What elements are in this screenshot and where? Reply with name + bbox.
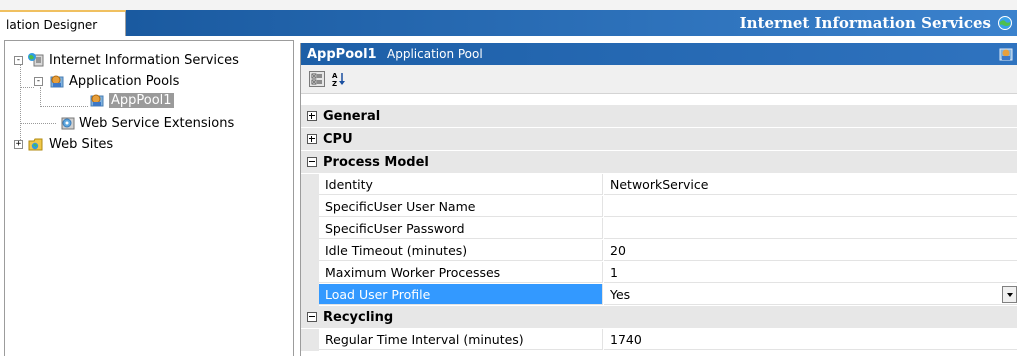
property-name: SpecificUser User Name (319, 196, 603, 217)
property-row-specificuser-user-name[interactable]: SpecificUser User Name (301, 196, 1017, 218)
tree-item-label: Internet Information Services (49, 52, 239, 68)
property-value-select[interactable]: Yes (604, 284, 1017, 305)
object-kind: Application Pool (387, 47, 483, 61)
tab-label: lation Designer (6, 18, 98, 32)
tree-connector (40, 87, 41, 107)
row-gutter (301, 174, 319, 196)
tree-item-label: Web Service Extensions (79, 115, 235, 131)
property-row-idle-timeout[interactable]: Idle Timeout (minutes) 20 (301, 240, 1017, 262)
tree-item-web-sites[interactable]: + Web Sites (14, 135, 113, 153)
property-row-specificuser-password[interactable]: SpecificUser Password (301, 218, 1017, 240)
object-name: AppPool1 (307, 47, 377, 62)
window-title: Internet Information Services (739, 14, 991, 32)
category-label: CPU (323, 131, 353, 147)
iis-globe-icon (28, 53, 44, 67)
row-gutter (301, 329, 319, 351)
row-gutter (301, 262, 319, 284)
property-name: Idle Timeout (minutes) (319, 240, 603, 261)
sort-az-icon[interactable]: A Z (331, 71, 347, 87)
dropdown-arrow-icon[interactable] (1002, 286, 1017, 303)
property-value[interactable] (604, 218, 1017, 239)
property-name: Identity (319, 174, 603, 195)
app-pool-icon (999, 48, 1013, 61)
property-row-maximum-worker-processes[interactable]: Maximum Worker Processes 1 (301, 262, 1017, 284)
tree-item-label: Web Sites (49, 136, 114, 152)
category-label: Recycling (323, 309, 394, 325)
category-label: Process Model (323, 154, 429, 170)
categorized-icon[interactable] (309, 71, 325, 87)
property-name: Maximum Worker Processes (319, 262, 603, 283)
collapse-toggle[interactable]: - (14, 55, 23, 65)
expand-toggle[interactable] (307, 111, 317, 121)
expand-toggle[interactable]: + (14, 139, 23, 149)
property-row-regular-time-interval[interactable]: Regular Time Interval (minutes) 1740 (301, 329, 1017, 351)
expand-toggle[interactable] (307, 134, 317, 144)
property-panel: AppPool1 Application Pool A Z General CP… (300, 43, 1017, 356)
category-general[interactable]: General (301, 105, 1017, 127)
property-header: AppPool1 Application Pool (301, 43, 1017, 65)
collapse-toggle[interactable] (307, 312, 317, 322)
tree-connector (20, 87, 34, 88)
property-name: Regular Time Interval (minutes) (319, 329, 603, 350)
row-gutter (301, 284, 319, 306)
property-value[interactable] (604, 196, 1017, 217)
tree-connector (20, 64, 21, 140)
top-strip (0, 0, 1017, 10)
property-toolbar: A Z (301, 65, 1017, 94)
property-value[interactable]: 20 (604, 240, 1017, 261)
property-row-load-user-profile[interactable]: Load User Profile Yes (301, 284, 1017, 306)
property-row-identity[interactable]: Identity NetworkService (301, 174, 1017, 196)
tree-item-iis[interactable]: - Internet Information Services (14, 51, 239, 69)
gear-icon (61, 117, 75, 130)
collapse-toggle[interactable]: - (34, 76, 43, 86)
row-gutter (301, 240, 319, 262)
app-pool-folder-icon (50, 75, 64, 88)
tree-connector (40, 106, 88, 107)
tree-item-application-pools[interactable]: - Application Pools (34, 72, 179, 90)
selected-value: Yes (610, 287, 631, 302)
folder-icon (28, 138, 43, 151)
category-cpu[interactable]: CPU (301, 128, 1017, 150)
property-value[interactable]: NetworkService (604, 174, 1017, 195)
category-process-model[interactable]: Process Model (301, 151, 1017, 173)
category-label: General (323, 108, 381, 124)
category-recycling[interactable]: Recycling (301, 306, 1017, 328)
tree-panel: - Internet Information Services - Applic… (4, 40, 294, 356)
row-gutter (301, 218, 319, 240)
property-name: Load User Profile (319, 284, 603, 305)
tree-item-web-service-extensions[interactable]: Web Service Extensions (57, 114, 234, 132)
property-value[interactable]: 1740 (604, 329, 1017, 350)
app-pool-icon (90, 94, 104, 107)
tree-item-label: Application Pools (69, 73, 180, 89)
collapse-toggle[interactable] (307, 157, 317, 167)
svg-text:Z: Z (332, 80, 337, 87)
row-gutter (301, 196, 319, 218)
svg-text:A: A (332, 72, 338, 80)
tab-designer[interactable]: lation Designer (0, 10, 126, 36)
iis-globe-icon (998, 16, 1012, 30)
tree-item-apppool1[interactable]: AppPool1 (87, 91, 174, 109)
tree-item-label: AppPool1 (109, 92, 174, 108)
tree-connector (20, 123, 56, 124)
property-name: SpecificUser Password (319, 218, 603, 239)
title-bar: Internet Information Services (126, 10, 1017, 36)
property-value[interactable]: 1 (604, 262, 1017, 283)
